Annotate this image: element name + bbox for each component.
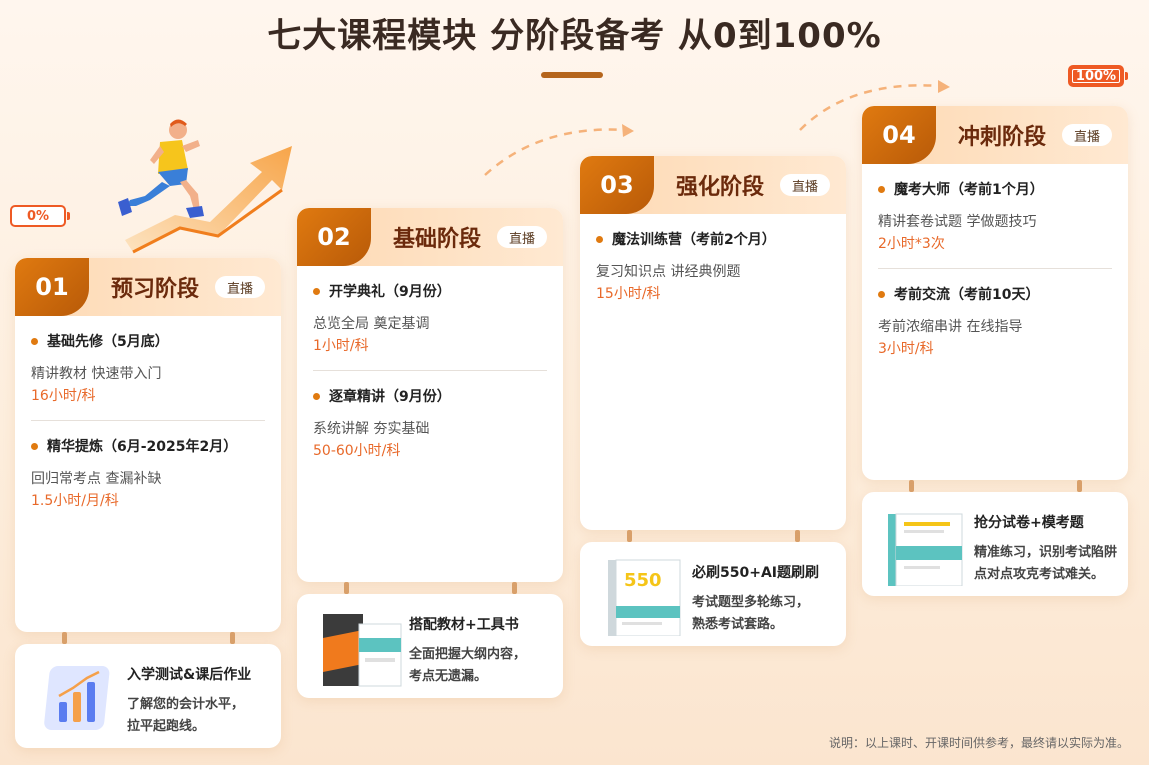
material-title: 抢分试卷+模考题 — [974, 515, 1084, 531]
material-title: 必刷550+AI题刷刷 — [692, 565, 819, 581]
material-card-01: 入学测试&课后作业 了解您的会计水平， 拉平起跑线。 — [15, 644, 281, 748]
material-desc: 全面把握大纲内容， 考点无遗漏。 — [409, 644, 559, 688]
exam-paper-icon — [888, 513, 963, 586]
material-title: 搭配教材+工具书 — [409, 617, 519, 633]
svg-text:550: 550 — [624, 570, 662, 591]
stage-header: 01 预习阶段 直播 — [15, 258, 281, 316]
course-time: 50-60小时/科 — [313, 443, 401, 459]
course-title: 魔考大师（考前1个月） — [878, 180, 1112, 200]
course-time: 15小时/科 — [596, 286, 661, 302]
battery-full-label: 100% — [1075, 68, 1117, 84]
course-time: 1小时/科 — [313, 338, 369, 354]
connector-peg — [909, 480, 914, 492]
divider — [878, 268, 1112, 269]
divider — [31, 420, 265, 421]
connector-peg — [512, 582, 517, 594]
connector-peg — [344, 582, 349, 594]
stage-name: 强化阶段 — [676, 175, 765, 200]
connector-peg — [62, 632, 67, 644]
stage-card-01: 01 预习阶段 直播 基础先修（5月底） 精讲教材 快速带入门 16小时/科 精… — [15, 258, 281, 632]
course-title: 逐章精讲（9月份） — [313, 387, 547, 407]
stage-number: 01 — [15, 258, 89, 316]
connector-peg — [1077, 480, 1082, 492]
material-desc-line: 拉平起跑线。 — [127, 719, 206, 734]
connector-peg — [627, 530, 632, 542]
stage-header: 03 强化阶段 直播 — [580, 156, 846, 214]
course-title: 魔法训练营（考前2个月） — [596, 230, 830, 250]
material-desc-line: 了解您的会计水平， — [127, 697, 245, 712]
stage-card-04: 04 冲刺阶段 直播 魔考大师（考前1个月） 精讲套卷试题 学做题技巧 2小时*… — [862, 106, 1128, 480]
live-tag: 直播 — [779, 174, 830, 196]
material-card-02: 搭配教材+工具书 全面把握大纲内容， 考点无遗漏。 — [297, 594, 563, 698]
course-time: 1.5小时/月/科 — [31, 493, 119, 509]
course-title: 开学典礼（9月份） — [313, 282, 547, 302]
course-desc: 精讲教材 快速带入门 — [31, 366, 162, 382]
material-desc-line: 考点无遗漏。 — [409, 669, 488, 684]
stage-number: 02 — [297, 208, 371, 266]
material-desc-line: 精准练习，识别考试陷阱 — [974, 545, 1118, 560]
course-desc: 考前浓缩串讲 在线指导 — [878, 319, 1023, 335]
runner-icon — [118, 119, 204, 218]
stage-name: 基础阶段 — [393, 227, 482, 252]
books-icon — [323, 614, 402, 687]
course-time: 16小时/科 — [31, 388, 96, 404]
stage-card-02: 02 基础阶段 直播 开学典礼（9月份） 总览全局 奠定基调 1小时/科 逐章精… — [297, 208, 563, 582]
material-desc-line: 全面把握大纲内容， — [409, 647, 527, 662]
course-desc: 总览全局 奠定基调 — [313, 316, 430, 332]
course-desc: 回归常考点 查漏补缺 — [31, 471, 162, 487]
live-tag: 直播 — [496, 226, 547, 248]
course-time: 2小时*3次 — [878, 236, 945, 252]
stage-name: 预习阶段 — [111, 277, 200, 302]
material-desc: 了解您的会计水平， 拉平起跑线。 — [127, 694, 277, 738]
course-title: 精华提炼（6月-2025年2月） — [31, 437, 265, 457]
stage-header: 02 基础阶段 直播 — [297, 208, 563, 266]
divider — [313, 370, 547, 371]
connector-peg — [795, 530, 800, 542]
course-desc: 复习知识点 讲经典例题 — [596, 264, 741, 280]
material-title: 入学测试&课后作业 — [127, 667, 252, 683]
book-icon: 550 — [608, 559, 681, 636]
course-time: 3小时/科 — [878, 341, 934, 357]
material-desc-line: 熟悉考试套路。 — [692, 617, 784, 632]
bar-chart-icon — [44, 666, 110, 730]
course-title: 基础先修（5月底） — [31, 332, 265, 352]
course-desc: 系统讲解 夯实基础 — [313, 421, 430, 437]
material-desc: 精准练习，识别考试陷阱 点对点攻克考试难关。 — [974, 542, 1124, 586]
material-desc-line: 考试题型多轮练习， — [692, 595, 810, 610]
material-card-04: 抢分试卷+模考题 精准练习，识别考试陷阱 点对点攻克考试难关。 — [862, 492, 1128, 596]
stage-name: 冲刺阶段 — [958, 125, 1047, 150]
stage-number: 04 — [862, 106, 936, 164]
material-desc: 考试题型多轮练习， 熟悉考试套路。 — [692, 592, 842, 636]
connector-peg — [230, 632, 235, 644]
live-tag: 直播 — [1061, 124, 1112, 146]
stage-number: 03 — [580, 156, 654, 214]
material-card-03: 550 必刷550+AI题刷刷 考试题型多轮练习， 熟悉考试套路。 — [580, 542, 846, 646]
material-desc-line: 点对点攻克考试难关。 — [974, 567, 1105, 582]
footer-note: 说明：以上课时、开课时间供参考，最终请以实际为准。 — [828, 736, 1129, 750]
live-tag: 直播 — [214, 276, 265, 298]
stage-card-03: 03 强化阶段 直播 魔法训练营（考前2个月） 复习知识点 讲经典例题 15小时… — [580, 156, 846, 530]
course-desc: 精讲套卷试题 学做题技巧 — [878, 214, 1037, 230]
course-title: 考前交流（考前10天） — [878, 285, 1112, 305]
stage-header: 04 冲刺阶段 直播 — [862, 106, 1128, 164]
